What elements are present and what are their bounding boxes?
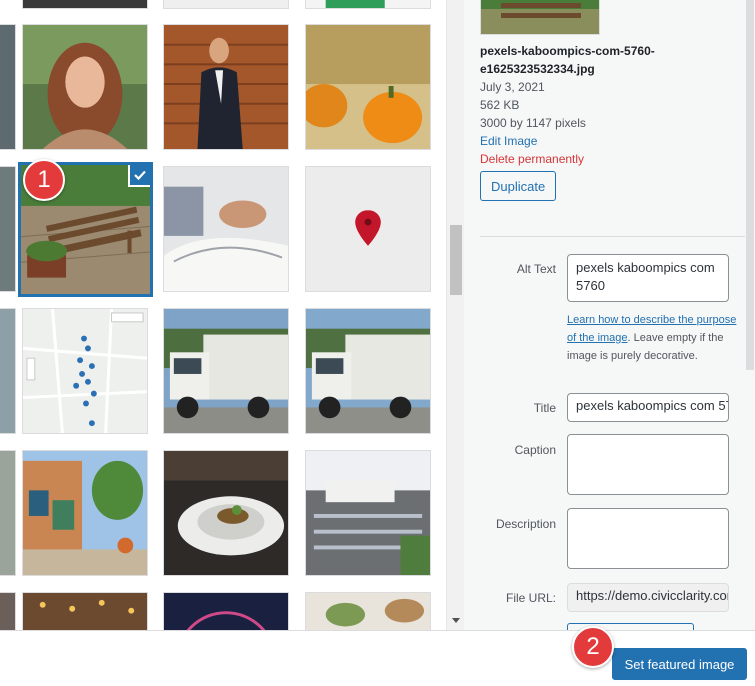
media-thumbnail[interactable] xyxy=(0,450,16,576)
media-thumbnail[interactable] xyxy=(22,0,148,9)
scroll-down-arrow-icon[interactable] xyxy=(452,618,460,623)
attachment-details-sidebar: pexels-kaboompics-com-5760-e162532353233… xyxy=(464,0,755,630)
media-thumbnail-plated-dish[interactable] xyxy=(163,450,289,576)
media-thumbnail-food-table[interactable] xyxy=(305,592,431,630)
edit-image-link[interactable]: Edit Image xyxy=(480,132,730,150)
media-thumbnail-pumpkins[interactable] xyxy=(305,24,431,150)
grid-scrollbar[interactable] xyxy=(446,0,464,630)
title-field[interactable]: pexels kaboompics com 5760 xyxy=(567,393,729,422)
description-label: Description xyxy=(495,517,556,531)
media-grid xyxy=(0,0,446,630)
duplicate-button[interactable]: Duplicate xyxy=(480,171,557,201)
grid-scrollbar-thumb[interactable] xyxy=(450,225,462,295)
media-thumbnail[interactable] xyxy=(0,166,16,292)
attachment-preview-image xyxy=(480,0,600,35)
media-thumbnail-portrait-woman[interactable] xyxy=(22,24,148,150)
description-field[interactable] xyxy=(567,508,729,569)
media-thumbnail-map-screenshot[interactable] xyxy=(22,308,148,434)
media-thumbnail-ferris-wheel[interactable] xyxy=(163,592,289,630)
caption-label: Caption xyxy=(514,443,556,457)
file-url-field[interactable]: https://demo.civicclarity.com/ xyxy=(567,583,729,612)
attachment-info: pexels-kaboompics-com-5760-e162532353233… xyxy=(480,42,730,168)
media-thumbnail-map-pin[interactable] xyxy=(305,166,431,292)
media-thumbnail-businessman[interactable] xyxy=(163,24,289,150)
alt-text-field[interactable]: pexels kaboompics com 5760 xyxy=(567,254,729,302)
media-thumbnail[interactable] xyxy=(0,308,16,434)
file-url-label: File URL: xyxy=(505,591,556,605)
media-thumbnail-hands-document[interactable] xyxy=(163,166,289,292)
title-label: Title xyxy=(533,401,556,415)
sidebar-scrollbar[interactable] xyxy=(745,0,755,630)
media-thumbnail-street-shops[interactable] xyxy=(22,450,148,576)
selected-checkmark-icon[interactable] xyxy=(128,165,150,187)
sidebar-scrollbar-thumb[interactable] xyxy=(746,0,754,370)
attachment-size: 562 KB xyxy=(480,98,520,112)
media-thumbnail[interactable] xyxy=(0,24,16,150)
media-thumbnail[interactable] xyxy=(0,592,16,630)
delete-permanently-link[interactable]: Delete permanently xyxy=(480,150,730,168)
media-thumbnail-garbage-truck-2[interactable] xyxy=(305,308,431,434)
media-thumbnail[interactable] xyxy=(163,0,289,9)
caption-field[interactable] xyxy=(567,434,729,495)
media-thumbnail-lights[interactable] xyxy=(22,592,148,630)
step-badge-1: 1 xyxy=(23,159,65,201)
media-thumbnail-garbage-truck[interactable] xyxy=(163,308,289,434)
attachment-dimensions: 3000 by 1147 pixels xyxy=(480,116,586,130)
section-divider xyxy=(480,236,745,237)
media-thumbnail[interactable] xyxy=(305,0,431,9)
set-featured-image-button[interactable]: Set featured image xyxy=(612,648,747,680)
alt-text-help: Learn how to describe the purpose of the… xyxy=(567,311,737,365)
media-thumbnail-aerial-parking[interactable] xyxy=(305,450,431,576)
attachment-date: July 3, 2021 xyxy=(480,80,545,94)
step-badge-2: 2 xyxy=(572,626,614,668)
alt-text-label: Alt Text xyxy=(516,262,556,276)
attachment-filename: pexels-kaboompics-com-5760-e162532353233… xyxy=(480,44,655,76)
media-modal-toolbar: Set featured image xyxy=(0,630,755,686)
